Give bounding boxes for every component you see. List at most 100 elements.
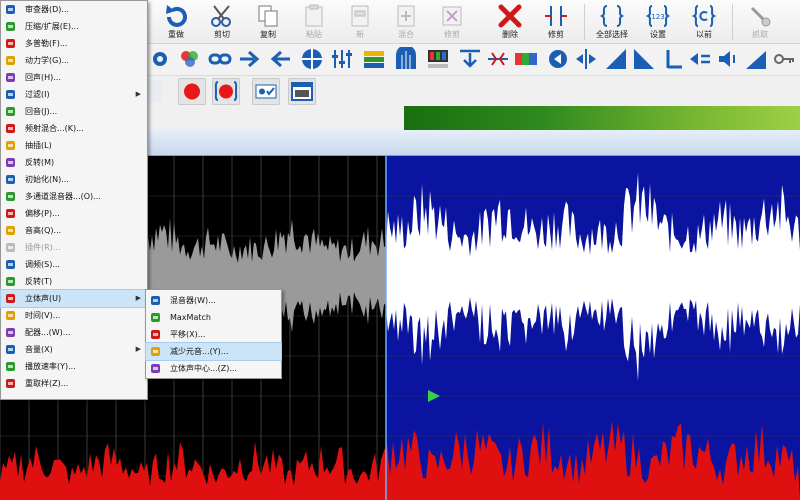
trim-disabled-button[interactable]: 修剪 xyxy=(432,0,472,44)
menu-item-volume[interactable]: 音量(X) ▶ xyxy=(1,341,147,358)
menu-item-label: 播放速率(Y)... xyxy=(25,362,76,371)
mix-paste-button[interactable]: 混合 xyxy=(386,0,426,44)
menu-item-mix[interactable]: 频射混合...(K)... xyxy=(1,120,147,137)
menu-item-invert[interactable]: 反转(M) xyxy=(1,154,147,171)
record-selection-button[interactable] xyxy=(212,78,240,105)
menu-item-label: 减少元音...(Y)... xyxy=(170,347,229,356)
grab-button[interactable]: 抓取 xyxy=(740,0,780,44)
maxmatch-icon xyxy=(151,313,160,322)
menu-item-label: 回声(H)... xyxy=(25,73,61,82)
effect-gear-button[interactable] xyxy=(148,47,172,73)
previous-selection-icon xyxy=(691,5,717,27)
invert-icon xyxy=(6,158,15,167)
menu-item-reverse[interactable]: 反转(T) xyxy=(1,273,147,290)
arrange-icon xyxy=(6,328,15,337)
submenu-item-pan[interactable]: 平移(X)... xyxy=(146,326,281,343)
volume-equal-icon xyxy=(690,53,710,65)
effect-key-button[interactable] xyxy=(772,47,796,73)
menu-item-inspector[interactable]: 审查器(D)... xyxy=(1,1,147,18)
menu-item-filter[interactable]: 过滤(I) ▶ xyxy=(1,86,147,103)
submenu-item-mixer[interactable]: 混音器(W)... xyxy=(146,292,281,309)
effect-fade-out-button[interactable] xyxy=(632,47,656,73)
select-all-label: 全部选择 xyxy=(596,30,628,39)
menu-item-modulate[interactable]: 调频(S)... xyxy=(1,256,147,273)
copy-button[interactable]: 复制 xyxy=(248,0,288,44)
effect-envelope-button[interactable] xyxy=(394,45,418,73)
time-icon xyxy=(6,311,15,320)
menu-item-label: 插件(R)... xyxy=(25,243,61,252)
effect-spectrum-button[interactable] xyxy=(514,47,538,73)
effect-play-left-button[interactable] xyxy=(546,47,570,73)
selected-region xyxy=(386,156,800,500)
menu-item-speed[interactable]: 播放速率(Y)... xyxy=(1,358,147,375)
speed-icon xyxy=(6,362,15,371)
effect-cut-arrows-button[interactable] xyxy=(486,47,510,73)
effect-fade-in-button[interactable] xyxy=(604,47,628,73)
new-button[interactable]: 新 xyxy=(340,0,380,44)
submenu-item-vocal-reduce[interactable]: 减少元音...(Y)... xyxy=(145,342,282,361)
effect-volume-button[interactable] xyxy=(716,47,740,73)
menu-item-dynamics[interactable]: 动力学(G)... xyxy=(1,52,147,69)
effect-sample-button[interactable] xyxy=(426,47,450,73)
paste-button[interactable]: 粘贴 xyxy=(294,0,334,44)
vocal-reduce-icon xyxy=(151,347,160,356)
effect-ramp-button[interactable] xyxy=(744,47,768,73)
select-all-button[interactable]: 全部选择 xyxy=(592,0,632,44)
set-selection-button[interactable]: 123 设置 xyxy=(638,0,678,44)
submenu-item-maxmatch[interactable]: MaxMatch xyxy=(146,309,281,326)
menu-item-pitch[interactable]: 音高(Q)... xyxy=(1,222,147,239)
menu-item-compress[interactable]: 压缩/扩展(E)... xyxy=(1,18,147,35)
key-icon xyxy=(774,54,794,64)
menu-item-offset[interactable]: 偏移(P)... xyxy=(1,205,147,222)
menu-item-multichannel[interactable]: 多通道混音器...(O)... xyxy=(1,188,147,205)
menu-item-echo[interactable]: 回声(H)... xyxy=(1,69,147,86)
effect-mix-button[interactable] xyxy=(178,47,202,73)
delete-button[interactable]: 删除 xyxy=(490,0,530,44)
cut-button[interactable]: 剪切 xyxy=(202,0,242,44)
resample-icon xyxy=(6,379,15,388)
menu-item-label: 初始化(N)... xyxy=(25,175,69,184)
redo-icon xyxy=(166,5,187,27)
effect-arrow-right-button[interactable] xyxy=(238,47,262,73)
submenu-item-stereo-center[interactable]: 立体声中心...(Z)... xyxy=(146,360,281,377)
pan-icon xyxy=(151,330,160,339)
effect-bidirectional-button[interactable] xyxy=(574,47,598,73)
menu-item-plugin[interactable]: 插件(R)... xyxy=(1,239,147,256)
menu-item-flanger[interactable]: 抽插(L) xyxy=(1,137,147,154)
scissors-icon xyxy=(211,5,231,27)
menu-item-stereo[interactable]: 立体声(U) ▶ xyxy=(0,289,148,308)
menu-item-doppler[interactable]: 多普勒(F)... xyxy=(1,35,147,52)
svg-text:123: 123 xyxy=(651,13,664,21)
arrow-left-icon xyxy=(270,50,290,68)
stereo-icon xyxy=(6,294,15,303)
record-setup-button[interactable] xyxy=(252,78,280,105)
mixer-window-button[interactable] xyxy=(288,78,316,105)
effect-marker-button[interactable] xyxy=(662,47,686,73)
grab-icon xyxy=(750,6,771,27)
menu-item-normalize[interactable]: 初始化(N)... xyxy=(1,171,147,188)
trim-button[interactable]: 修剪 xyxy=(536,0,576,44)
menu-item-time[interactable]: 时间(V)... xyxy=(1,307,147,324)
effect-bars-button[interactable] xyxy=(362,47,386,73)
effect-sliders-button[interactable] xyxy=(330,47,354,73)
effect-arrow-left-button[interactable] xyxy=(268,47,292,73)
overview-position-bar[interactable] xyxy=(404,106,800,130)
paste-icon xyxy=(305,4,323,27)
copy-label: 复制 xyxy=(260,30,276,39)
effect-equal-button[interactable] xyxy=(688,47,712,73)
cut-arrows-icon xyxy=(488,52,508,66)
effect-down-arrow-button[interactable] xyxy=(458,47,482,73)
effect-circle-button[interactable] xyxy=(300,47,324,73)
menu-item-resample[interactable]: 重取样(Z)... xyxy=(1,375,147,392)
menu-item-reverb[interactable]: 回音(J)... xyxy=(1,103,147,120)
previous-selection-button[interactable]: 以前 xyxy=(684,0,724,44)
effect-link-button[interactable] xyxy=(208,47,232,73)
record-button[interactable] xyxy=(178,78,206,105)
menu-item-label: 重取样(Z)... xyxy=(25,379,69,388)
menu-item-arrange[interactable]: 配器...(W)... xyxy=(1,324,147,341)
redo-button[interactable]: 重做 xyxy=(156,0,196,44)
paste-label: 粘贴 xyxy=(306,30,322,39)
overview-strip[interactable] xyxy=(148,106,800,130)
colorful-mix-icon xyxy=(181,51,198,67)
trim-icon xyxy=(442,6,462,26)
